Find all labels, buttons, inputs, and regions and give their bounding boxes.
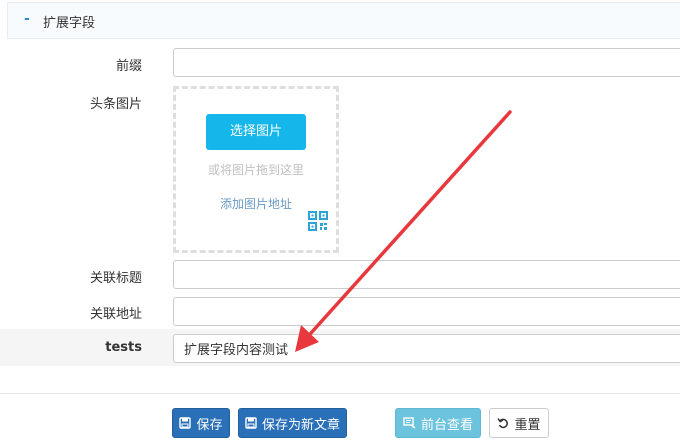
related-url-label: 关联地址 bbox=[89, 307, 142, 322]
reset-button[interactable]: 重置 bbox=[489, 408, 549, 438]
select-image-button[interactable]: 选择图片 bbox=[206, 114, 306, 150]
save-as-new-button[interactable]: 保存为新文章 bbox=[238, 408, 347, 438]
prefix-label: 前缀 bbox=[115, 59, 142, 74]
undo-icon bbox=[497, 418, 509, 429]
floppy-icon bbox=[179, 417, 192, 429]
headline-image-label: 头条图片 bbox=[89, 97, 142, 112]
tests-label: tests bbox=[105, 340, 142, 355]
frontend-preview-button[interactable]: 前台查看 bbox=[395, 408, 481, 438]
related-title-input[interactable] bbox=[173, 260, 680, 289]
extension-fields-header[interactable]: - 扩展字段 bbox=[7, 2, 680, 39]
tests-input[interactable] bbox=[173, 334, 680, 363]
prefix-input[interactable] bbox=[173, 48, 680, 77]
image-upload-dropzone[interactable]: 选择图片 或将图片拖到这里 添加图片地址 bbox=[173, 86, 339, 253]
add-image-url-link[interactable]: 添加图片地址 bbox=[176, 195, 336, 212]
save-button[interactable]: 保存 bbox=[172, 408, 230, 438]
save-as-new-label: 保存为新文章 bbox=[261, 417, 340, 433]
related-url-input[interactable] bbox=[173, 297, 680, 326]
preview-icon bbox=[403, 417, 416, 429]
reset-label: 重置 bbox=[514, 417, 541, 433]
section-title: 扩展字段 bbox=[43, 16, 96, 31]
collapse-toggle-icon[interactable]: - bbox=[24, 11, 30, 27]
footer-divider bbox=[0, 393, 680, 394]
preview-label: 前台查看 bbox=[420, 417, 473, 433]
save-label: 保存 bbox=[196, 417, 223, 433]
floppy-icon bbox=[245, 417, 257, 429]
drag-hint-text: 或将图片拖到这里 bbox=[207, 163, 304, 177]
related-title-label: 关联标题 bbox=[89, 271, 142, 286]
qrcode-icon[interactable] bbox=[308, 211, 328, 231]
